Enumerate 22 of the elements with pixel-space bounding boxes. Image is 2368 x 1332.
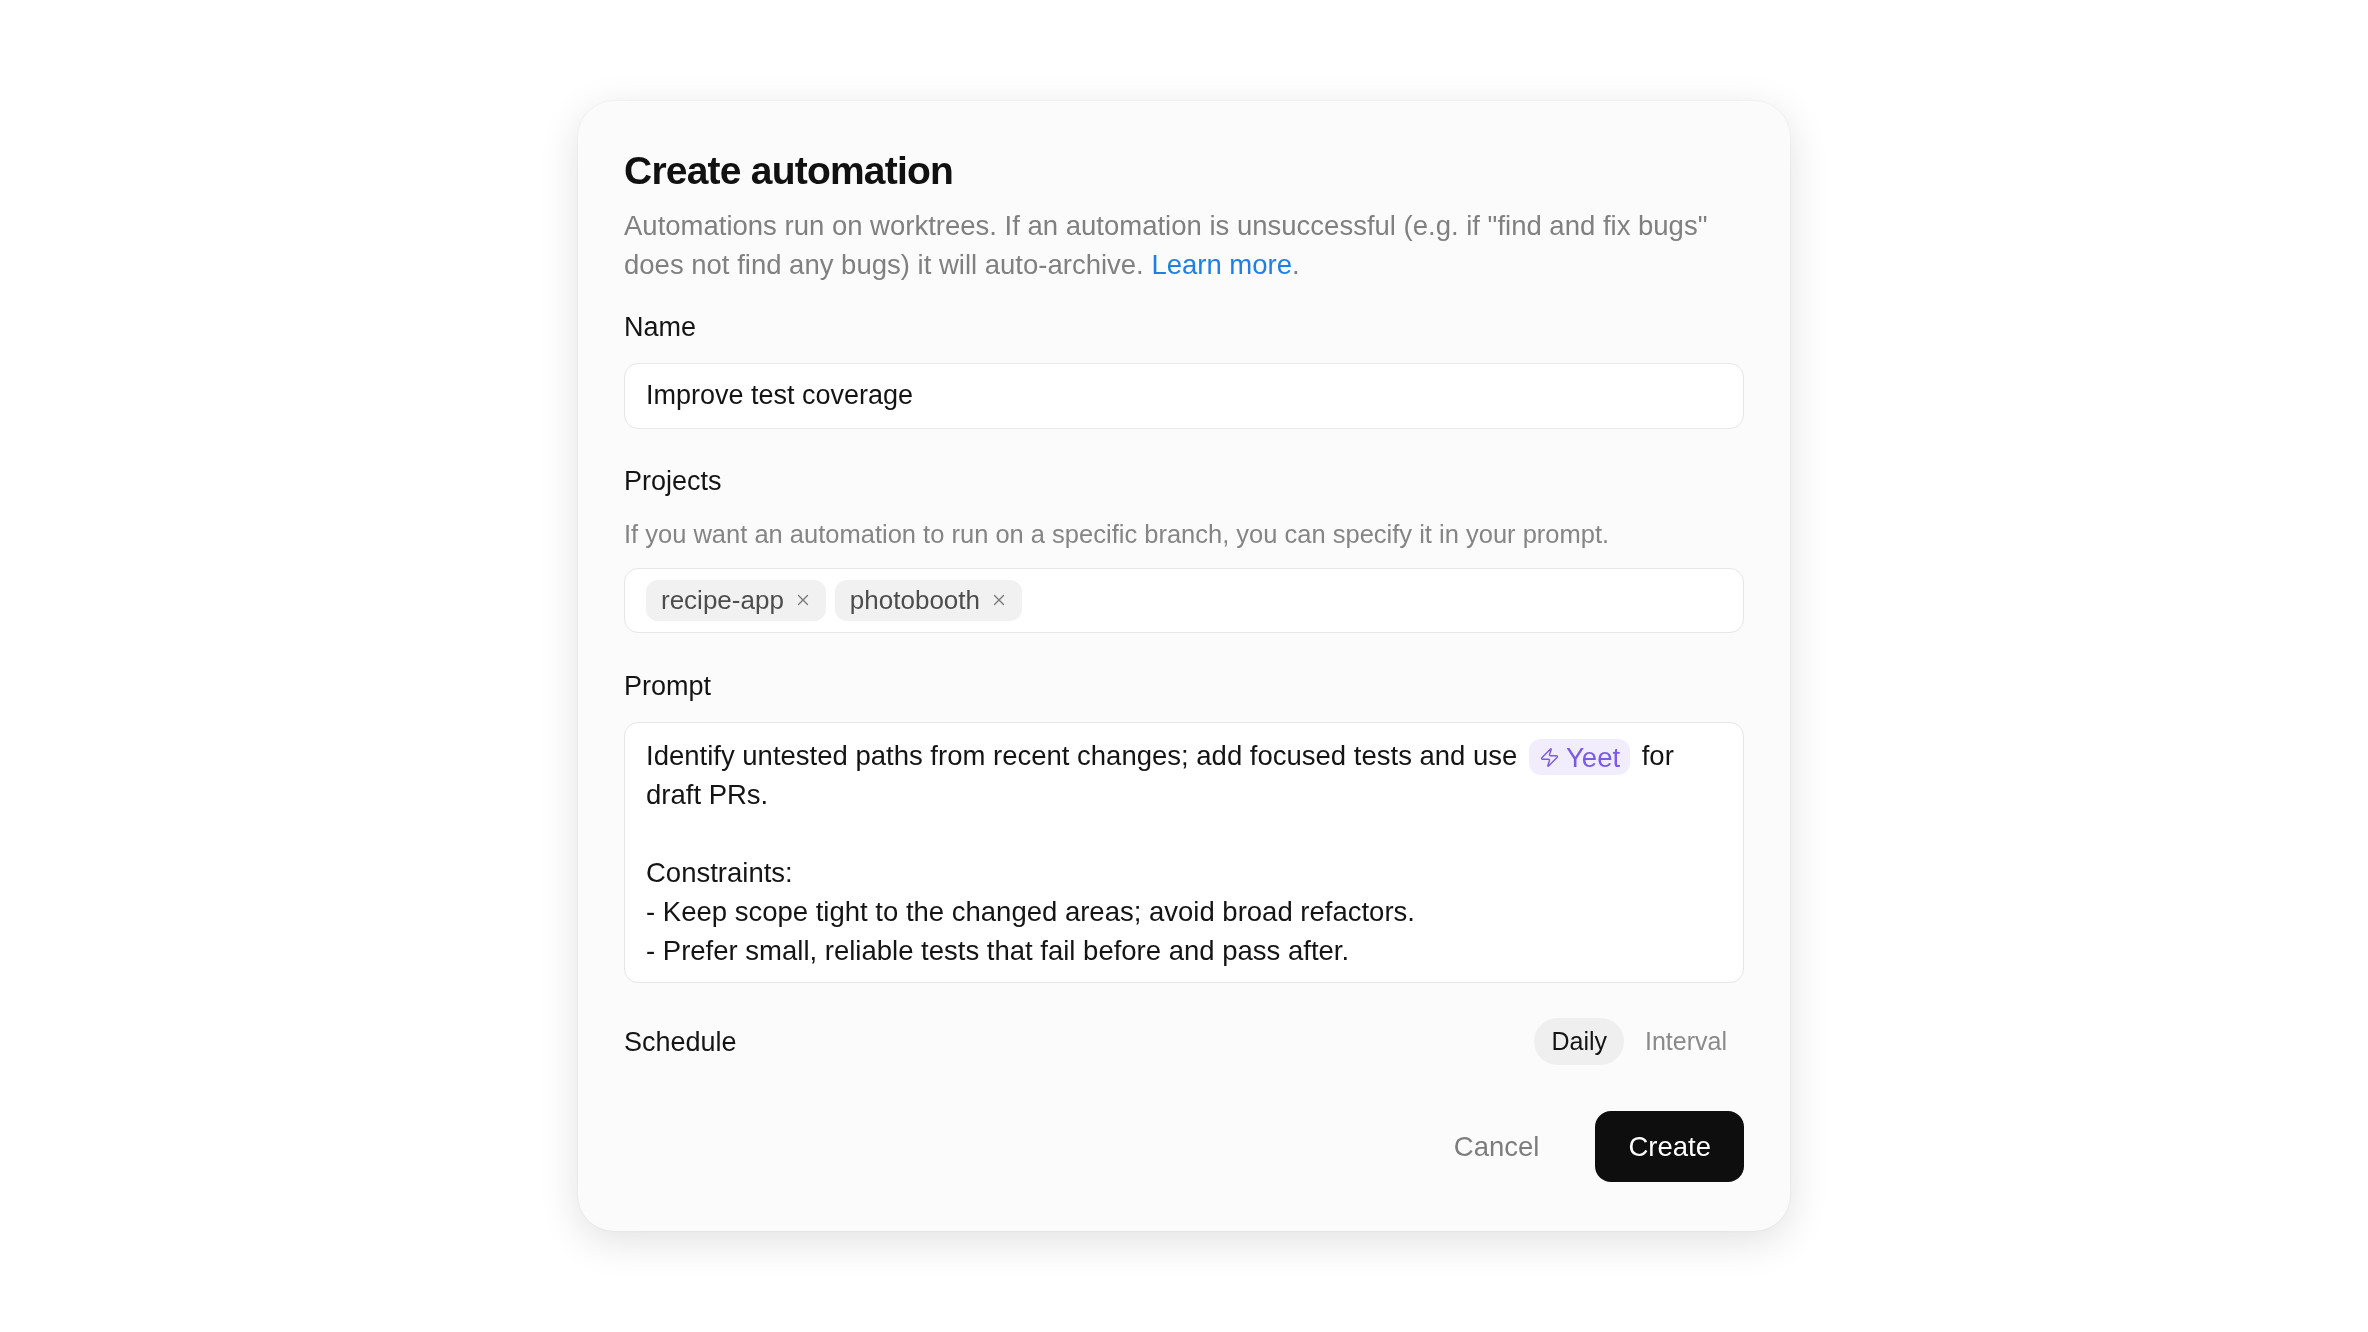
cancel-button[interactable]: Cancel [1429, 1111, 1564, 1183]
name-input[interactable]: Improve test coverage [624, 362, 1744, 429]
learn-more-link[interactable]: Learn more [1151, 248, 1292, 280]
project-tag[interactable]: photobooth [834, 579, 1022, 621]
projects-field[interactable]: recipe-app photobooth [624, 567, 1744, 633]
prompt-line: - Prefer small, reliable tests that fail before and pass after. [646, 934, 1351, 969]
mention-chip[interactable]: Yeet [1529, 739, 1631, 776]
lightning-icon [1539, 746, 1561, 768]
project-tag[interactable]: recipe-app [646, 579, 826, 621]
create-button[interactable]: Create [1595, 1111, 1744, 1183]
field-label: Name [624, 311, 698, 342]
schedule-option[interactable]: Daily [1534, 1018, 1624, 1066]
prompt-line: Constraints: [646, 856, 794, 891]
prompt-textarea[interactable] [624, 721, 1744, 984]
field-label: Projects [624, 465, 723, 496]
description-text: Automations run on worktrees. If an automation is unsuccessful (e.g. if "find and fix bugs" does not find any bugs) it will auto-archive. Learn more. [624, 208, 1709, 282]
schedule-label: Schedule [624, 1025, 737, 1059]
field-label: Prompt [624, 670, 713, 701]
prompt-text: Identify untested paths from recent changes; add focused tests and use Yeet for draft PRs. [646, 738, 1675, 813]
dialog-title: Create automation [624, 150, 955, 191]
prompt-line: - Keep scope tight to the changed areas; avoid broad refactors. [646, 895, 1416, 930]
helper-text: If you want an automation to run on a specific branch, you can specify it in your prompt. [624, 518, 1611, 549]
